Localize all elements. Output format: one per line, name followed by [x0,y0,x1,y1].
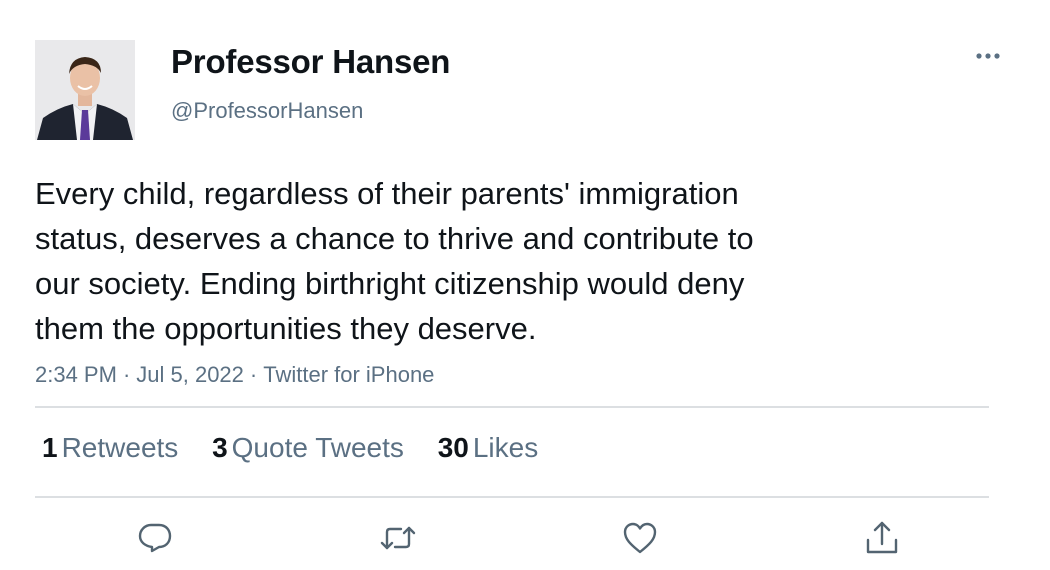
divider [35,496,989,498]
quote-tweets-label: Quote Tweets [231,432,404,463]
retweets-count: 1 [42,432,58,463]
retweet-icon [380,526,416,550]
user-handle[interactable]: @ProfessorHansen [171,98,363,124]
tweet-text-line: Every child, regardless of their parents… [35,176,739,211]
quote-tweets-count: 3 [212,432,228,463]
retweets-stat[interactable]: 1 Retweets [42,432,178,464]
retweets-label: Retweets [61,432,179,463]
tweet-source[interactable]: Twitter for iPhone [263,362,434,387]
reply-button[interactable] [135,518,175,558]
tweet-text: Every child, regardless of their parents… [35,171,915,351]
heart-icon [623,522,657,554]
tweet-meta: 2:34 PM · Jul 5, 2022 · Twitter for iPhone [35,362,434,388]
meta-separator: · [249,362,258,387]
tweet-time[interactable]: 2:34 PM [35,362,117,387]
display-name[interactable]: Professor Hansen [171,43,450,81]
reply-icon [138,523,172,553]
avatar-photo [35,40,135,140]
tweet-date[interactable]: Jul 5, 2022 [136,362,244,387]
likes-stat[interactable]: 30 Likes [438,432,539,464]
tweet-text-line: them the opportunities they deserve. [35,311,537,346]
share-icon [866,521,898,554]
meta-separator: · [122,362,131,387]
tweet-card: Professor Hansen @ProfessorHansen Every … [0,0,1050,570]
share-button[interactable] [862,518,902,558]
retweet-button[interactable] [378,518,418,558]
likes-count: 30 [437,432,469,463]
quote-tweets-stat[interactable]: 3 Quote Tweets [212,432,404,464]
engagement-stats: 1 Retweets 3 Quote Tweets 30 Likes [42,432,564,464]
more-icon[interactable] [972,44,1004,68]
like-button[interactable] [620,518,660,558]
tweet-text-line: status, deserves a chance to thrive and … [35,221,754,256]
avatar[interactable] [35,40,135,140]
tweet-text-line: our society. Ending birthright citizensh… [35,266,745,301]
divider [35,406,989,408]
likes-label: Likes [472,432,539,463]
